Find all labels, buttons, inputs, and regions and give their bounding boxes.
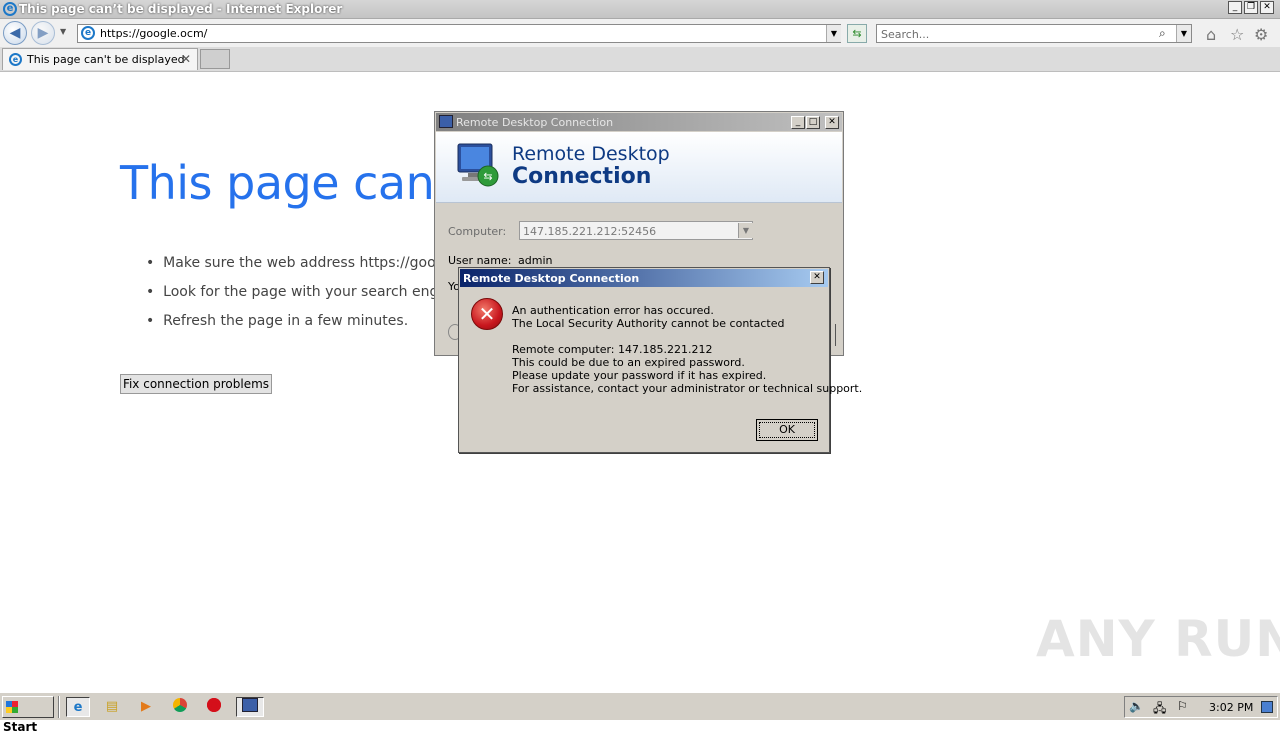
rdc-app-icon bbox=[439, 115, 453, 128]
start-label: Start bbox=[3, 720, 38, 734]
computer-dropdown-icon[interactable]: ▼ bbox=[738, 223, 753, 238]
rdc-banner: ⇆ Remote Desktop Connection bbox=[436, 132, 842, 203]
bullet-item: • Refresh the page in a few minutes. bbox=[146, 313, 409, 329]
new-tab-button[interactable] bbox=[200, 49, 230, 69]
error-dialog-title-bar: Remote Desktop Connection ✕ bbox=[460, 269, 828, 287]
error-dialog-title: Remote Desktop Connection bbox=[463, 272, 640, 285]
rdc-title-bar: Remote Desktop Connection _ □ ✕ bbox=[436, 113, 842, 131]
bullet-item: • Make sure the web address https://goog… bbox=[146, 255, 449, 271]
svg-text:⇆: ⇆ bbox=[483, 170, 492, 183]
computer-combobox[interactable]: 147.185.221.212:52456 ▼ bbox=[519, 221, 753, 240]
network-icon[interactable]: 🖧 bbox=[1153, 699, 1166, 720]
computer-label: Computer: bbox=[448, 225, 507, 238]
rdc-banner-title-line2: Connection bbox=[512, 164, 652, 189]
computer-value: 147.185.221.212:52456 bbox=[523, 225, 657, 238]
error-message-line: Remote computer: 147.185.221.212 bbox=[512, 343, 713, 356]
system-tray: 🔈 🖧 ⚐ 3:02 PM bbox=[1124, 696, 1278, 718]
volume-icon[interactable]: 🔈 bbox=[1129, 699, 1144, 713]
refresh-icon[interactable]: ⇆ bbox=[847, 24, 867, 43]
windows-logo-icon bbox=[6, 701, 18, 713]
favorites-star-icon[interactable]: ☆ bbox=[1230, 25, 1244, 44]
rdc-close-button[interactable]: ✕ bbox=[825, 116, 839, 129]
tab-ie-icon: e bbox=[9, 53, 22, 66]
start-button[interactable]: Start bbox=[2, 696, 54, 734]
rdc-maximize-button[interactable]: □ bbox=[806, 116, 820, 129]
back-arrow-icon[interactable]: ◀ bbox=[3, 21, 27, 45]
tab-label: This page can't be displayed bbox=[27, 53, 185, 66]
ok-button[interactable]: OK bbox=[756, 419, 818, 441]
page-ie-icon: e bbox=[81, 26, 95, 40]
address-text: https://google.ocm/ bbox=[100, 27, 208, 40]
error-heading: This page can’t bbox=[120, 156, 466, 210]
rdc-button-edge bbox=[829, 324, 836, 346]
close-button[interactable]: ✕ bbox=[1260, 1, 1274, 14]
taskbar-explorer-icon[interactable]: ▤ bbox=[100, 697, 124, 717]
restore-button[interactable]: ❐ bbox=[1244, 1, 1258, 14]
error-message-line: This could be due to an expired password… bbox=[512, 356, 745, 369]
bullet-text: Look for the page with your search engin bbox=[163, 284, 452, 300]
error-dialog-close-button[interactable]: ✕ bbox=[810, 271, 824, 284]
taskbar-opera-icon[interactable] bbox=[202, 697, 226, 717]
ok-button-label: OK bbox=[759, 422, 815, 438]
taskbar-ie-icon[interactable]: e bbox=[66, 697, 90, 717]
browser-title-bar: e This page can’t be displayed - Interne… bbox=[0, 0, 1280, 19]
home-icon[interactable]: ⌂ bbox=[1206, 25, 1216, 44]
error-message-line: The Local Security Authority cannot be c… bbox=[512, 317, 785, 330]
fix-connection-button[interactable]: Fix connection problems bbox=[120, 374, 272, 394]
forward-arrow-icon[interactable]: ▶ bbox=[31, 21, 55, 45]
recent-pages-dropdown-icon[interactable]: ▼ bbox=[60, 27, 66, 36]
minimize-button[interactable]: _ bbox=[1228, 1, 1242, 14]
bullet-text: Make sure the web address https://googl bbox=[163, 255, 449, 271]
taskbar-separator bbox=[58, 696, 60, 718]
tab-current[interactable]: e This page can't be displayed ✕ bbox=[2, 48, 198, 70]
show-desktop-icon[interactable] bbox=[1261, 701, 1273, 713]
search-box[interactable]: Search... ⌕ ▼ bbox=[876, 24, 1192, 43]
taskbar-chrome-icon[interactable] bbox=[168, 697, 192, 717]
error-dialog: Remote Desktop Connection ✕ ✕ An authent… bbox=[458, 267, 862, 453]
rdc-window-title: Remote Desktop Connection bbox=[456, 116, 614, 129]
search-dropdown-icon[interactable]: ▼ bbox=[1176, 25, 1191, 42]
browser-window-title: This page can’t be displayed - Internet … bbox=[19, 2, 343, 16]
address-bar[interactable]: e https://google.ocm/ ▼ bbox=[77, 24, 841, 43]
action-center-flag-icon[interactable]: ⚐ bbox=[1177, 699, 1188, 713]
error-message-line: Please update your password if it has ex… bbox=[512, 369, 767, 382]
username-value: admin bbox=[518, 254, 553, 267]
taskbar: Start e ▤ ▶ 🔈 🖧 ⚐ 3:02 PM bbox=[0, 692, 1280, 734]
clock: 3:02 PM bbox=[1209, 701, 1254, 714]
taskbar-media-player-icon[interactable]: ▶ bbox=[134, 697, 158, 717]
bullet-text: Refresh the page in a few minutes. bbox=[163, 313, 409, 329]
tools-gear-icon[interactable]: ⚙ bbox=[1254, 25, 1268, 44]
rdc-minimize-button[interactable]: _ bbox=[791, 116, 805, 129]
username-label: User name: bbox=[448, 254, 512, 267]
tab-close-icon[interactable]: ✕ bbox=[181, 52, 191, 66]
search-icon[interactable]: ⌕ bbox=[1159, 26, 1166, 41]
bullet-item: • Look for the page with your search eng… bbox=[146, 284, 452, 300]
error-message-line: For assistance, contact your administrat… bbox=[512, 382, 863, 395]
rdc-banner-title-line1: Remote Desktop bbox=[512, 143, 670, 165]
ie-logo-icon: e bbox=[3, 2, 17, 16]
anyrun-watermark: ANY RUN bbox=[1036, 610, 1280, 668]
address-dropdown-icon[interactable]: ▼ bbox=[826, 25, 841, 42]
error-icon: ✕ bbox=[471, 298, 503, 330]
taskbar-rdc-icon[interactable] bbox=[236, 697, 264, 717]
rdc-monitor-icon: ⇆ bbox=[457, 143, 499, 187]
search-placeholder: Search... bbox=[881, 28, 930, 41]
error-message-line: An authentication error has occured. bbox=[512, 304, 714, 317]
